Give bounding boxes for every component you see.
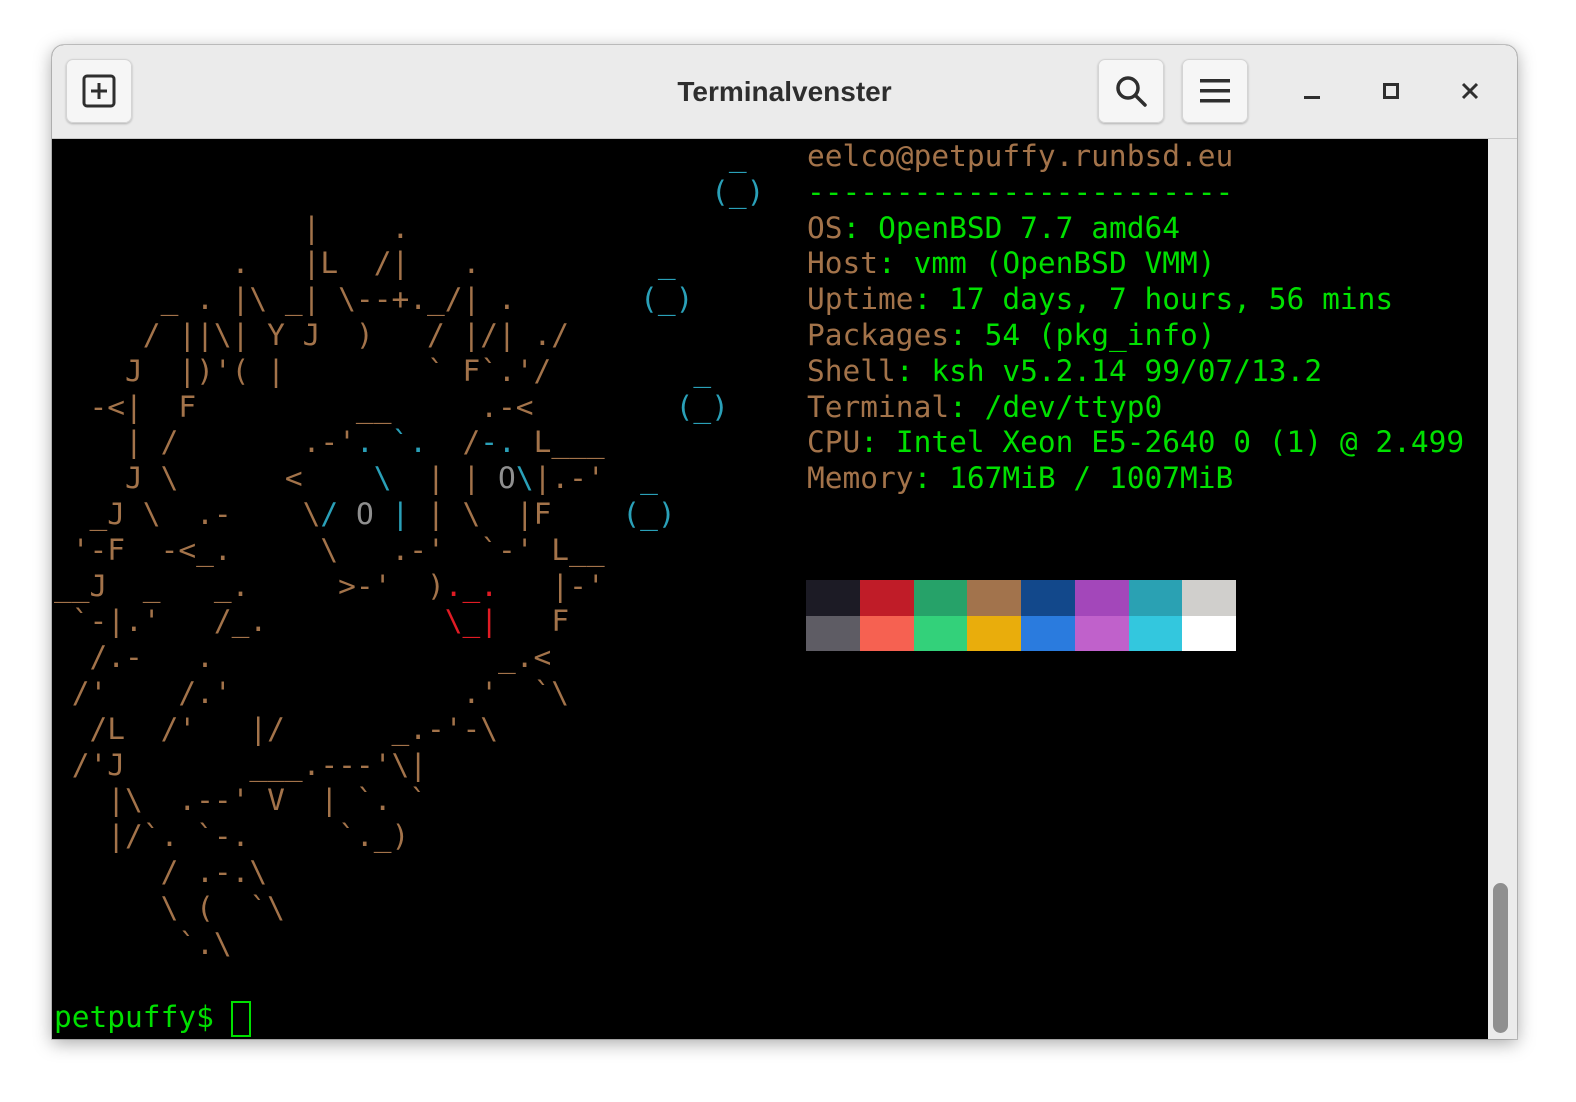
info-label-os: OS bbox=[807, 210, 843, 245]
minimize-icon bbox=[1304, 96, 1320, 99]
info-value-cpu: Intel Xeon E5-2640 0 (1) @ 2.499 bbox=[895, 425, 1465, 460]
info-separator: ------------------------ bbox=[807, 174, 1234, 209]
palette-swatch bbox=[806, 615, 860, 651]
info-label-host: Host bbox=[807, 246, 879, 281]
palette-swatch bbox=[1074, 580, 1129, 616]
close-button[interactable] bbox=[1448, 69, 1492, 113]
palette-swatch bbox=[1021, 580, 1075, 616]
title-bar: Terminalvenster bbox=[52, 45, 1517, 139]
new-tab-button[interactable] bbox=[66, 59, 132, 123]
info-value-host: vmm (OpenBSD VMM) bbox=[913, 246, 1216, 281]
palette-swatch bbox=[859, 615, 914, 651]
menu-button[interactable] bbox=[1182, 59, 1248, 123]
maximize-icon bbox=[1383, 83, 1399, 99]
maximize-button[interactable] bbox=[1369, 69, 1413, 113]
info-value-os: OpenBSD 7.7 amd64 bbox=[878, 210, 1180, 245]
palette-swatch bbox=[913, 615, 968, 651]
text-cursor bbox=[231, 1001, 251, 1037]
palette-swatch bbox=[806, 580, 860, 616]
palette-swatch bbox=[1182, 615, 1236, 651]
info-label-cpu: CPU bbox=[807, 425, 861, 460]
info-value-uptime: 17 days, 7 hours, 56 mins bbox=[949, 282, 1394, 317]
palette-swatch bbox=[967, 580, 1021, 616]
scrollbar-thumb[interactable] bbox=[1493, 883, 1508, 1033]
info-label-uptime: Uptime bbox=[807, 282, 914, 317]
info-label-shell: Shell bbox=[807, 353, 896, 388]
hamburger-menu-icon bbox=[1200, 79, 1230, 103]
info-value-terminal: /dev/ttyp0 bbox=[984, 389, 1163, 424]
system-info: eelco@petpuffy.runbsd.eu ---------------… bbox=[807, 139, 1465, 496]
info-label-memory: Memory bbox=[807, 461, 914, 496]
color-palette bbox=[806, 580, 1236, 651]
palette-swatch bbox=[1128, 580, 1183, 616]
info-value-packages: 54 (pkg_info) bbox=[984, 317, 1216, 352]
search-button[interactable] bbox=[1098, 59, 1164, 123]
new-tab-icon bbox=[82, 74, 116, 108]
search-icon bbox=[1116, 76, 1147, 107]
user-host: eelco@petpuffy.runbsd.eu bbox=[807, 139, 1234, 173]
openbsd-ascii-logo: _ (_) | . . |L /| . _ _ . |\ _| \--+._/|… bbox=[54, 139, 765, 961]
palette-swatch bbox=[913, 580, 968, 616]
palette-swatch bbox=[1128, 615, 1183, 651]
terminal-window: Terminalvenster _ (_) | . . |L /| . _ _ … bbox=[52, 45, 1517, 1039]
palette-swatch bbox=[1021, 615, 1075, 651]
shell-prompt: petpuffy$ bbox=[54, 1000, 232, 1034]
terminal-output[interactable]: _ (_) | . . |L /| . _ _ . |\ _| \--+._/|… bbox=[52, 139, 1488, 1039]
info-label-packages: Packages bbox=[807, 317, 950, 352]
palette-swatch bbox=[1182, 580, 1236, 616]
info-value-shell: ksh v5.2.14 99/07/13.2 bbox=[931, 353, 1323, 388]
palette-swatch bbox=[859, 580, 914, 616]
minimize-button[interactable] bbox=[1290, 69, 1334, 113]
palette-swatch bbox=[1074, 615, 1129, 651]
info-value-memory: 167MiB / 1007MiB bbox=[949, 461, 1234, 496]
palette-swatch bbox=[967, 615, 1021, 651]
close-icon bbox=[1461, 82, 1479, 100]
info-label-terminal: Terminal bbox=[807, 389, 950, 424]
